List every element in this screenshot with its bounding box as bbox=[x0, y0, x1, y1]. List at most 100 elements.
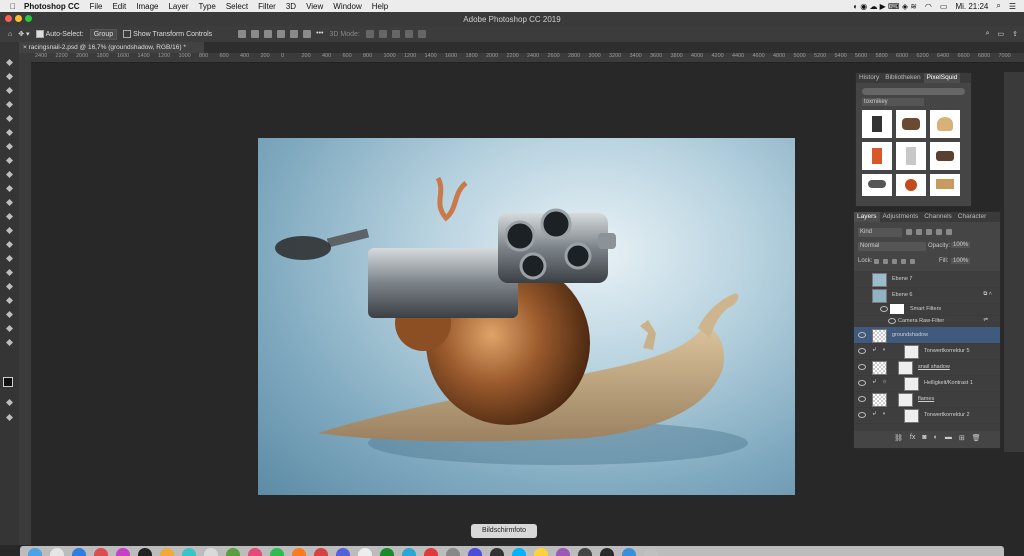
asset-thumb[interactable] bbox=[930, 110, 960, 138]
apple-icon[interactable]:  bbox=[10, 2, 16, 11]
app-icon[interactable] bbox=[358, 548, 372, 556]
filter-shape-icon[interactable] bbox=[936, 229, 942, 235]
layer-name[interactable]: flames bbox=[918, 396, 934, 402]
asset-thumb[interactable] bbox=[930, 174, 960, 196]
layer-name[interactable]: Ebene 6 bbox=[892, 292, 913, 298]
menu-list-icon[interactable]: ☰ bbox=[1009, 2, 1016, 11]
brush-tool[interactable] bbox=[5, 157, 14, 165]
app-icon[interactable] bbox=[336, 548, 350, 556]
layer-row[interactable]: snail shadow bbox=[854, 359, 1000, 376]
launchpad-icon[interactable] bbox=[50, 548, 64, 556]
home-icon[interactable]: ⌂ bbox=[8, 31, 12, 38]
tab-character[interactable]: Character bbox=[955, 212, 990, 222]
menu-3d[interactable]: 3D bbox=[286, 2, 296, 11]
tab-channels[interactable]: Channels bbox=[921, 212, 954, 222]
zoom-tool[interactable] bbox=[5, 325, 14, 333]
hand-tool[interactable] bbox=[5, 311, 14, 319]
app-icon[interactable] bbox=[622, 548, 636, 556]
eraser-tool[interactable] bbox=[5, 199, 14, 207]
fill-input[interactable]: 100% bbox=[951, 258, 971, 264]
close-window-button[interactable] bbox=[5, 15, 12, 22]
layer-row-selected[interactable]: groundshadow bbox=[854, 327, 1000, 344]
layer-row[interactable]: ↲ ◑ Tonwertkorrektur 2 bbox=[854, 407, 1000, 424]
app-icon[interactable] bbox=[534, 548, 548, 556]
workspace-icon[interactable]: ▭ bbox=[998, 30, 1005, 38]
foreground-color-swatch[interactable] bbox=[3, 377, 13, 387]
app-icon[interactable] bbox=[402, 548, 416, 556]
app-icon[interactable] bbox=[556, 548, 570, 556]
app-icon[interactable] bbox=[160, 548, 174, 556]
menu-file[interactable]: File bbox=[90, 2, 103, 11]
lasso-tool[interactable] bbox=[5, 87, 14, 95]
layer-row[interactable]: ↲ ☼ Helligkeit/Kontrast 1 bbox=[854, 375, 1000, 392]
layer-row[interactable]: Ebene 7 bbox=[854, 271, 1000, 288]
blend-mode-select[interactable]: Normal bbox=[858, 242, 926, 251]
delete-layer-icon[interactable]: 🗑 bbox=[972, 434, 981, 442]
opacity-input[interactable]: 100% bbox=[951, 242, 971, 248]
3d-pan-icon[interactable] bbox=[391, 30, 400, 38]
layer-name[interactable]: Tonwertkorrektur 2 bbox=[924, 412, 970, 418]
asset-thumb[interactable] bbox=[930, 142, 960, 170]
tab-pixelsquid[interactable]: PixelSquid bbox=[923, 73, 961, 83]
visibility-eye-icon[interactable] bbox=[858, 332, 866, 338]
tab-bibliotheken[interactable]: Bibliotheken bbox=[882, 73, 923, 83]
zoom-window-button[interactable] bbox=[25, 15, 32, 22]
visibility-eye-icon[interactable] bbox=[858, 364, 866, 370]
menu-edit[interactable]: Edit bbox=[112, 2, 126, 11]
type-tool[interactable] bbox=[5, 269, 14, 277]
filter-smart-icon[interactable] bbox=[946, 229, 952, 235]
app-icon[interactable] bbox=[270, 548, 284, 556]
tab-layers[interactable]: Layers bbox=[854, 212, 880, 222]
transform-controls-checkbox[interactable] bbox=[123, 30, 132, 38]
visibility-eye-icon[interactable] bbox=[858, 380, 866, 386]
eyedropper-tool[interactable] bbox=[5, 129, 14, 137]
lock-all-icon[interactable] bbox=[910, 259, 915, 264]
pen-tool[interactable] bbox=[5, 255, 14, 263]
lock-position-icon[interactable] bbox=[892, 259, 897, 264]
minimize-window-button[interactable] bbox=[15, 15, 22, 22]
visibility-eye-icon[interactable] bbox=[888, 318, 896, 324]
app-icon[interactable] bbox=[226, 548, 240, 556]
music-icon[interactable] bbox=[116, 548, 130, 556]
align-middle-icon[interactable] bbox=[251, 30, 260, 38]
battery-icon[interactable]: ▭ bbox=[940, 2, 948, 11]
align-left-icon[interactable] bbox=[277, 30, 286, 38]
tab-adjustments[interactable]: Adjustments bbox=[880, 212, 922, 222]
status-icons[interactable]: ◐ ◉ ☁ ▶ ⌨ ◈ ≋ bbox=[853, 2, 917, 11]
menu-layer[interactable]: Layer bbox=[168, 2, 188, 11]
app-icon[interactable] bbox=[468, 548, 482, 556]
app-icon[interactable] bbox=[578, 548, 592, 556]
layer-mask-thumbnail[interactable] bbox=[904, 345, 919, 359]
app-icon[interactable] bbox=[490, 548, 504, 556]
layer-name[interactable]: Tonwertkorrektur 5 bbox=[924, 348, 970, 354]
new-layer-icon[interactable]: ⊞ bbox=[959, 434, 965, 442]
filter-adjustment-icon[interactable] bbox=[916, 229, 922, 235]
search-icon[interactable]: ⌕ bbox=[996, 1, 1000, 11]
layer-mask-thumbnail[interactable] bbox=[904, 409, 919, 423]
pixelsquid-collection-select[interactable]: toxmikey bbox=[862, 98, 924, 106]
document-tab[interactable]: × racingsnail-2.psd @ 16,7% (groundshado… bbox=[19, 42, 204, 53]
asset-thumb[interactable] bbox=[862, 142, 892, 170]
search-icon[interactable]: ⌕ bbox=[986, 30, 990, 38]
clone-stamp-tool[interactable] bbox=[5, 171, 14, 179]
app-icon[interactable] bbox=[182, 548, 196, 556]
app-icon[interactable] bbox=[314, 548, 328, 556]
align-right-icon[interactable] bbox=[303, 30, 312, 38]
marquee-tool[interactable] bbox=[5, 73, 14, 81]
path-select-tool[interactable] bbox=[5, 283, 14, 291]
3d-roll-icon[interactable] bbox=[378, 30, 387, 38]
layer-mask-thumbnail[interactable] bbox=[898, 393, 913, 407]
app-icon[interactable] bbox=[204, 548, 218, 556]
crop-tool[interactable] bbox=[5, 115, 14, 123]
tab-history[interactable]: History bbox=[856, 73, 882, 83]
history-brush-tool[interactable] bbox=[5, 185, 14, 193]
visibility-eye-icon[interactable] bbox=[880, 306, 888, 312]
lock-artboard-icon[interactable] bbox=[901, 259, 906, 264]
menu-window[interactable]: Window bbox=[333, 2, 361, 11]
filter-pixel-icon[interactable] bbox=[906, 229, 912, 235]
app-icon[interactable] bbox=[512, 548, 526, 556]
align-center-icon[interactable] bbox=[290, 30, 299, 38]
document-canvas[interactable] bbox=[258, 138, 795, 495]
layer-row[interactable]: Ebene 6 ⧉ ˄ bbox=[854, 287, 1000, 304]
new-adjustment-icon[interactable]: ◐ bbox=[934, 434, 938, 442]
